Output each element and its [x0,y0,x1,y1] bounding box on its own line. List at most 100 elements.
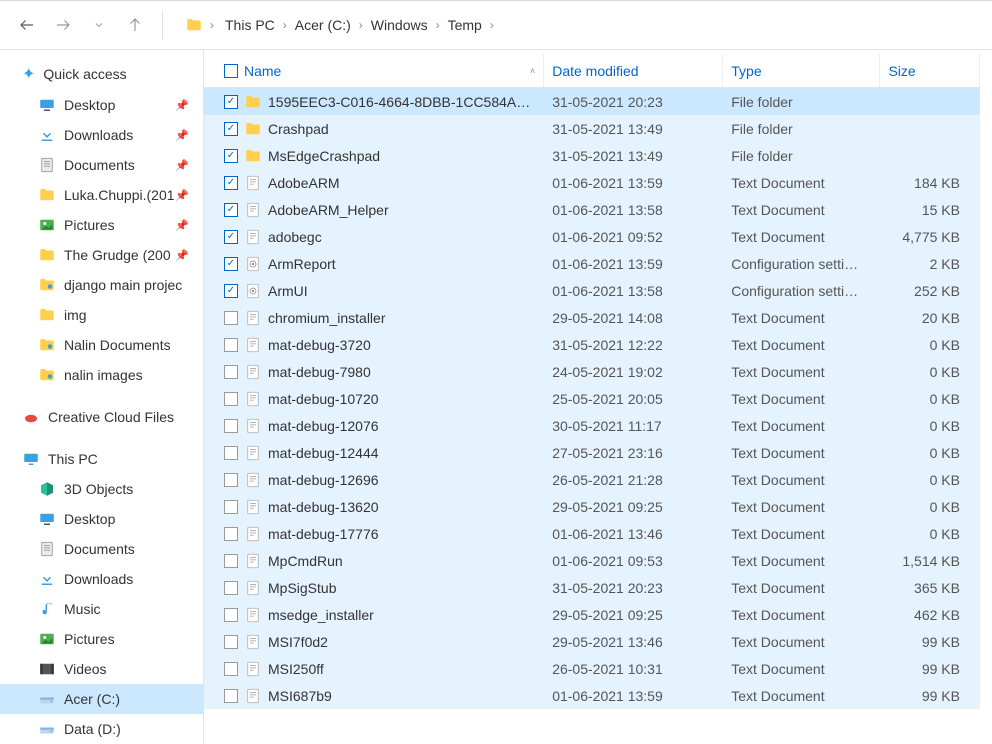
row-checkbox[interactable] [224,473,238,487]
file-row[interactable]: mat-debug-1207630-05-2021 11:17Text Docu… [204,412,980,439]
file-row[interactable]: mat-debug-1777601-06-2021 13:46Text Docu… [204,520,980,547]
file-size: 184 KB [880,175,980,191]
sidebar-item[interactable]: The Grudge (200📌 [0,240,203,270]
file-row[interactable]: ArmReport01-06-2021 13:59Configuration s… [204,250,980,277]
file-row[interactable]: mat-debug-1362029-05-2021 09:25Text Docu… [204,493,980,520]
nav-up-button[interactable] [122,12,148,38]
navigation-pane: ✦ Quick access Desktop📌Downloads📌Documen… [0,50,204,744]
row-checkbox[interactable] [224,419,238,433]
chevron-right-icon[interactable]: › [356,18,366,32]
file-date: 29-05-2021 09:25 [544,607,723,623]
chevron-right-icon[interactable]: › [280,18,290,32]
sidebar-item[interactable]: Luka.Chuppi.(201📌 [0,180,203,210]
row-checkbox[interactable] [224,554,238,568]
file-type: Configuration setti… [723,283,880,299]
this-pc[interactable]: This PC [0,444,203,474]
file-row[interactable]: adobegc01-06-2021 09:52Text Document4,77… [204,223,980,250]
file-name: AdobeARM_Helper [268,202,536,218]
col-date[interactable]: Date modified [544,54,723,87]
row-checkbox[interactable] [224,635,238,649]
select-all-checkbox[interactable] [224,64,238,78]
row-checkbox[interactable] [224,581,238,595]
chevron-right-icon[interactable]: › [487,18,497,32]
address-bar[interactable]: › This PC›Acer (C:)›Windows›Temp› [177,10,986,40]
row-checkbox[interactable] [224,527,238,541]
nav-back-button[interactable] [14,12,40,38]
row-checkbox[interactable] [224,149,238,163]
file-row[interactable]: ArmUI01-06-2021 13:58Configuration setti… [204,277,980,304]
row-checkbox[interactable] [224,203,238,217]
file-row[interactable]: msedge_installer29-05-2021 09:25Text Doc… [204,601,980,628]
row-checkbox[interactable] [224,608,238,622]
sidebar-item[interactable]: img [0,300,203,330]
file-row[interactable]: MpCmdRun01-06-2021 09:53Text Document1,5… [204,547,980,574]
creative-cloud[interactable]: Creative Cloud Files [0,402,203,432]
breadcrumb-segment[interactable]: Windows [367,15,432,35]
sidebar-item[interactable]: Downloads [0,564,203,594]
row-checkbox[interactable] [224,95,238,109]
file-row[interactable]: MSI687b901-06-2021 13:59Text Document99 … [204,682,980,709]
row-checkbox[interactable] [224,446,238,460]
sidebar-item[interactable]: Documents📌 [0,150,203,180]
breadcrumb-segment[interactable]: This PC [221,15,279,35]
file-row[interactable]: Crashpad31-05-2021 13:49File folder [204,115,980,142]
file-row[interactable]: AdobeARM01-06-2021 13:59Text Document184… [204,169,980,196]
file-row[interactable]: MsEdgeCrashpad31-05-2021 13:49File folde… [204,142,980,169]
sidebar-item[interactable]: Pictures [0,624,203,654]
file-row[interactable]: AdobeARM_Helper01-06-2021 13:58Text Docu… [204,196,980,223]
file-row[interactable]: mat-debug-1244427-05-2021 23:16Text Docu… [204,439,980,466]
row-checkbox[interactable] [224,338,238,352]
file-row[interactable]: mat-debug-1072025-05-2021 20:05Text Docu… [204,385,980,412]
chevron-right-icon[interactable]: › [433,18,443,32]
sidebar-item[interactable]: Desktop📌 [0,90,203,120]
nav-forward-button[interactable] [50,12,76,38]
file-name: mat-debug-3720 [268,337,536,353]
file-row[interactable]: chromium_installer29-05-2021 14:08Text D… [204,304,980,331]
sidebar-item[interactable]: Pictures📌 [0,210,203,240]
sidebar-item[interactable]: Music [0,594,203,624]
sidebar-item[interactable]: nalin images [0,360,203,390]
sidebar-item[interactable]: Acer (C:) [0,684,203,714]
row-checkbox[interactable] [224,257,238,271]
sidebar-item[interactable]: 3D Objects [0,474,203,504]
file-date: 31-05-2021 20:23 [544,580,723,596]
file-list-view[interactable]: Name ˄ Date modified Type Size 1595EEC3-… [204,50,992,744]
file-row[interactable]: mat-debug-372031-05-2021 12:22Text Docum… [204,331,980,358]
file-row[interactable]: MpSigStub31-05-2021 20:23Text Document36… [204,574,980,601]
this-pc-label: This PC [48,451,98,467]
file-type: Text Document [723,688,880,704]
breadcrumb-segment[interactable]: Acer (C:) [291,15,355,35]
sidebar-item[interactable]: Documents [0,534,203,564]
col-type[interactable]: Type [723,54,880,87]
row-checkbox[interactable] [224,284,238,298]
nav-recent-locations[interactable] [86,12,112,38]
breadcrumb-segment[interactable]: Temp [444,15,486,35]
sidebar-item[interactable]: Desktop [0,504,203,534]
sidebar-item[interactable]: Data (D:) [0,714,203,744]
sidebar-item[interactable]: Videos [0,654,203,684]
col-size[interactable]: Size [880,54,980,87]
file-row[interactable]: 1595EEC3-C016-4664-8DBB-1CC584A…31-05-20… [204,88,980,115]
row-checkbox[interactable] [224,365,238,379]
row-checkbox[interactable] [224,662,238,676]
sidebar-item[interactable]: django main projec [0,270,203,300]
row-checkbox[interactable] [224,122,238,136]
code-folder-icon [38,336,56,354]
file-row[interactable]: mat-debug-798024-05-2021 19:02Text Docum… [204,358,980,385]
file-row[interactable]: MSI250ff26-05-2021 10:31Text Document99 … [204,655,980,682]
row-checkbox[interactable] [224,176,238,190]
col-name[interactable]: Name ˄ [216,54,544,87]
file-size: 0 KB [880,499,980,515]
sidebar-item-label: Desktop [64,97,115,113]
row-checkbox[interactable] [224,689,238,703]
file-row[interactable]: mat-debug-1269626-05-2021 21:28Text Docu… [204,466,980,493]
row-checkbox[interactable] [224,230,238,244]
row-checkbox[interactable] [224,500,238,514]
quick-access-header[interactable]: ✦ Quick access [0,58,203,90]
sidebar-item[interactable]: Nalin Documents [0,330,203,360]
row-checkbox[interactable] [224,392,238,406]
chevron-right-icon[interactable]: › [207,18,217,32]
sidebar-item[interactable]: Downloads📌 [0,120,203,150]
row-checkbox[interactable] [224,311,238,325]
file-row[interactable]: MSI7f0d229-05-2021 13:46Text Document99 … [204,628,980,655]
